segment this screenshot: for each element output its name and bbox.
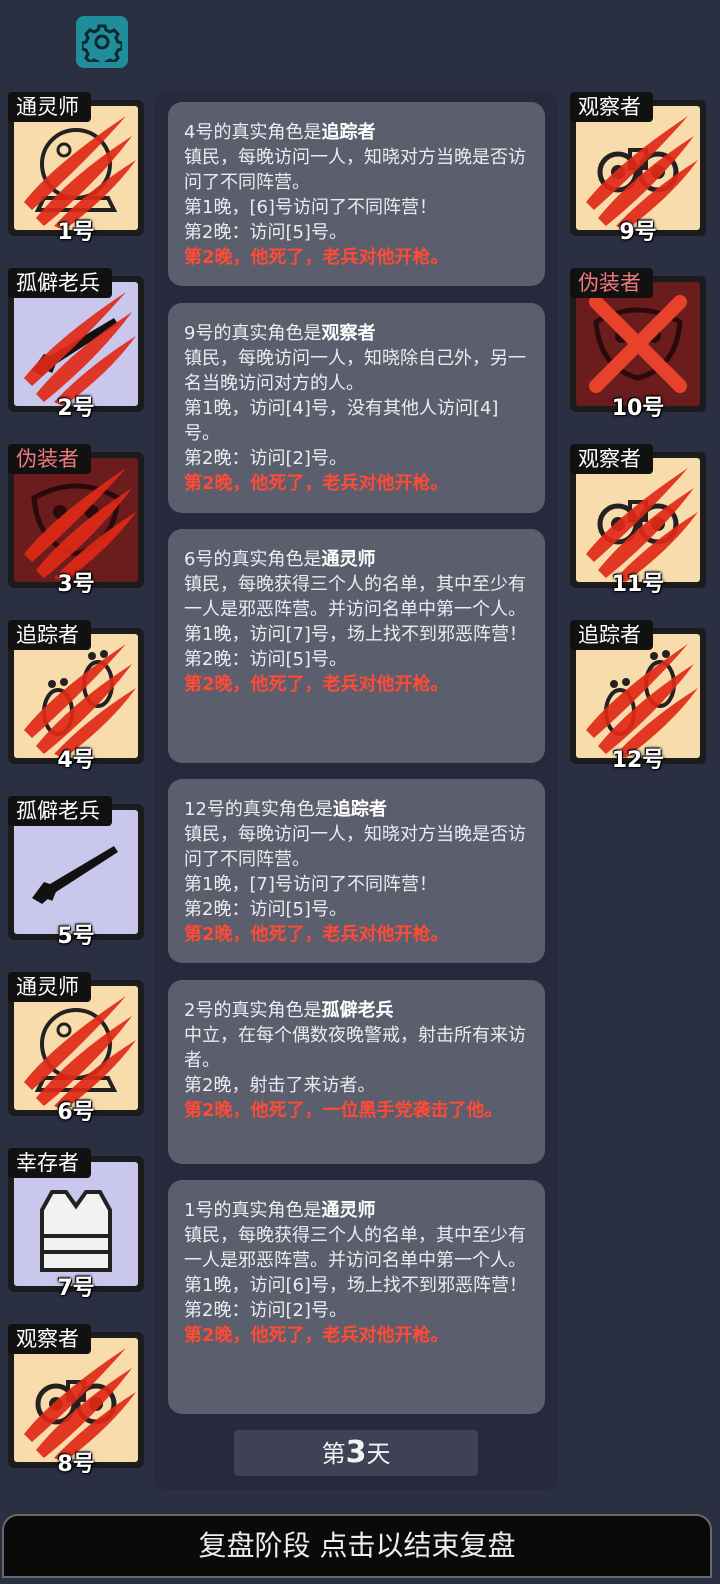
- claw-marks-icon: [586, 116, 698, 230]
- player-card-8[interactable]: 观察者 8号: [8, 1324, 144, 1477]
- eliminated-cross-icon: [589, 295, 687, 393]
- card-portrait: [14, 634, 138, 758]
- death-note: 第2晚，他死了，老兵对他开枪。: [184, 473, 449, 494]
- end-review-label: 复盘阶段 点击以结束复盘: [198, 1529, 516, 1562]
- claw-marks-icon: [24, 996, 136, 1110]
- day-counter: 第3天: [234, 1430, 478, 1476]
- log-entry: 9号的真实角色是观察者 镇民，每晚访问一人，知晓除自己外，另一名当晚访问对方的人…: [168, 303, 545, 513]
- player-number: 10号: [611, 396, 665, 421]
- claw-marks-icon: [24, 116, 136, 230]
- role-label: 观察者: [8, 1324, 91, 1354]
- player-card-11[interactable]: 观察者 11号: [570, 444, 706, 597]
- claw-marks-icon: [24, 1348, 136, 1462]
- player-card-9[interactable]: 观察者 9号: [570, 92, 706, 245]
- player-number: 12号: [611, 748, 665, 773]
- role-label: 通灵师: [8, 972, 91, 1002]
- role-label: 孤僻老兵: [8, 268, 112, 298]
- player-number: 8号: [57, 1452, 95, 1477]
- card-portrait: [14, 282, 138, 406]
- role-label: 追踪者: [570, 620, 653, 650]
- player-number: 11号: [611, 572, 665, 597]
- death-note: 第2晚，他死了，老兵对他开枪。: [184, 674, 449, 695]
- player-number: 2号: [57, 396, 95, 421]
- death-note: 第2晚，他死了，老兵对他开枪。: [184, 247, 449, 268]
- death-note: 第2晚，他死了，一位黑手党袭击了他。: [184, 1100, 503, 1121]
- vest-icon: [40, 1190, 112, 1272]
- claw-marks-icon: [24, 644, 136, 758]
- card-portrait: [14, 986, 138, 1110]
- claw-marks-icon: [24, 292, 136, 406]
- card-portrait: [14, 1338, 138, 1462]
- log-entry: 12号的真实角色是追踪者 镇民，每晚访问一人，知晓对方当晚是否访问了不同阵营。 …: [168, 779, 545, 963]
- settings-button[interactable]: [76, 16, 128, 68]
- player-card-3[interactable]: 伪装者 3号: [8, 444, 144, 597]
- death-note: 第2晚，他死了，老兵对他开枪。: [184, 1325, 449, 1346]
- role-label: 幸存者: [8, 1148, 91, 1178]
- role-label: 伪装者: [8, 444, 91, 474]
- player-card-6[interactable]: 通灵师 6号: [8, 972, 144, 1125]
- player-card-10[interactable]: 伪装者 10号: [570, 268, 706, 421]
- player-card-1[interactable]: 通灵师 1号: [8, 92, 144, 245]
- role-label: 追踪者: [8, 620, 91, 650]
- log-entry: 1号的真实角色是通灵师 镇民，每晚获得三个人的名单，其中至少有一人是邪恶阵营。并…: [168, 1180, 545, 1414]
- card-portrait: [14, 810, 138, 934]
- end-review-button[interactable]: 复盘阶段 点击以结束复盘: [2, 1514, 712, 1578]
- card-portrait: [14, 458, 138, 582]
- player-number: 6号: [57, 1100, 95, 1125]
- player-number: 9号: [619, 220, 657, 245]
- claw-marks-icon: [586, 468, 698, 582]
- role-label: 伪装者: [570, 268, 653, 298]
- card-portrait: [14, 1162, 138, 1286]
- card-portrait: [576, 458, 700, 582]
- log-entry: 4号的真实角色是追踪者 镇民，每晚访问一人，知晓对方当晚是否访问了不同阵营。 第…: [168, 102, 545, 286]
- role-label: 观察者: [570, 444, 653, 474]
- gear-icon: [82, 24, 122, 62]
- player-card-4[interactable]: 追踪者 4号: [8, 620, 144, 773]
- player-number: 1号: [57, 220, 95, 245]
- claw-marks-icon: [586, 644, 698, 758]
- player-number: 7号: [57, 1276, 95, 1301]
- player-card-12[interactable]: 追踪者 12号: [570, 620, 706, 773]
- log-entry: 2号的真实角色是孤僻老兵 中立，在每个偶数夜晚警戒，射击所有来访者。 第2晚，射…: [168, 980, 545, 1164]
- player-number: 4号: [57, 748, 95, 773]
- player-card-7[interactable]: 幸存者 7号: [8, 1148, 144, 1301]
- role-label: 观察者: [570, 92, 653, 122]
- card-portrait: [576, 282, 700, 406]
- player-number: 5号: [57, 924, 95, 949]
- rifle-icon: [32, 846, 118, 904]
- death-note: 第2晚，他死了，老兵对他开枪。: [184, 924, 449, 945]
- role-label: 孤僻老兵: [8, 796, 112, 826]
- card-portrait: [14, 106, 138, 230]
- player-card-2[interactable]: 孤僻老兵 2号: [8, 268, 144, 421]
- claw-marks-icon: [24, 468, 136, 582]
- role-label: 通灵师: [8, 92, 91, 122]
- player-card-5[interactable]: 孤僻老兵 5号: [8, 796, 144, 949]
- player-number: 3号: [57, 572, 95, 597]
- log-entry: 6号的真实角色是通灵师 镇民，每晚获得三个人的名单，其中至少有一人是邪恶阵营。并…: [168, 529, 545, 763]
- card-portrait: [576, 106, 700, 230]
- card-portrait: [576, 634, 700, 758]
